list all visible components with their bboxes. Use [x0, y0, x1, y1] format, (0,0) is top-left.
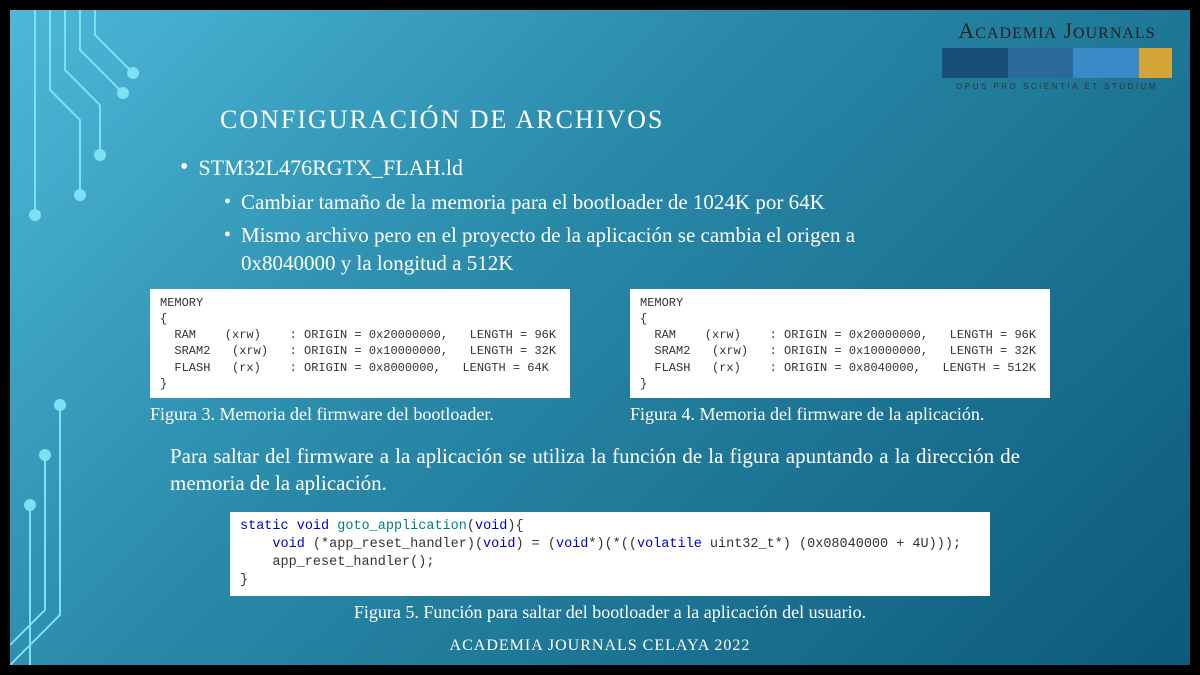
code-block-goto-application: static void goto_application(void){ void…	[230, 512, 990, 597]
bullet-sub-2: Mismo archivo pero en el proyecto de la …	[224, 222, 944, 277]
bullet-sub-1: Cambiar tamaño de la memoria para el boo…	[224, 189, 944, 216]
bullet-sub-2-text: Mismo archivo pero en el proyecto de la …	[241, 222, 944, 277]
logo-text: ACADEMIA JOURNALS	[942, 18, 1172, 44]
code-block-application: MEMORY { RAM (xrw) : ORIGIN = 0x20000000…	[630, 289, 1050, 398]
logo-bars	[942, 48, 1172, 78]
bullet-main-text: STM32L476RGTX_FLAH.ld	[198, 155, 463, 181]
slide-title: CONFIGURACIÓN DE ARCHIVOS	[220, 105, 664, 135]
logo: ACADEMIA JOURNALS OPUS PRO SCIENTIA ET S…	[942, 18, 1172, 91]
slide: ACADEMIA JOURNALS OPUS PRO SCIENTIA ET S…	[10, 10, 1190, 665]
footer-text: ACADEMIA JOURNALS CELAYA 2022	[10, 637, 1190, 655]
bullet-main: STM32L476RGTX_FLAH.ld	[180, 155, 1150, 181]
code-block-bootloader: MEMORY { RAM (xrw) : ORIGIN = 0x20000000…	[150, 289, 570, 398]
code-col-left: MEMORY { RAM (xrw) : ORIGIN = 0x20000000…	[150, 289, 570, 425]
paragraph-text: Para saltar del firmware a la aplicación…	[170, 443, 1020, 498]
code-col-right: MEMORY { RAM (xrw) : ORIGIN = 0x20000000…	[630, 289, 1050, 425]
logo-motto: OPUS PRO SCIENTIA ET STUDIUM	[942, 82, 1172, 91]
caption-figure-4: Figura 4. Memoria del firmware de la apl…	[630, 404, 1050, 425]
content-area: STM32L476RGTX_FLAH.ld Cambiar tamaño de …	[180, 155, 1150, 623]
caption-figure-5: Figura 5. Función para saltar del bootlo…	[230, 602, 990, 623]
bullet-sub-1-text: Cambiar tamaño de la memoria para el boo…	[241, 189, 825, 216]
caption-figure-3: Figura 3. Memoria del firmware del bootl…	[150, 404, 570, 425]
circuit-decoration	[10, 10, 150, 665]
code-row: MEMORY { RAM (xrw) : ORIGIN = 0x20000000…	[150, 289, 1150, 425]
